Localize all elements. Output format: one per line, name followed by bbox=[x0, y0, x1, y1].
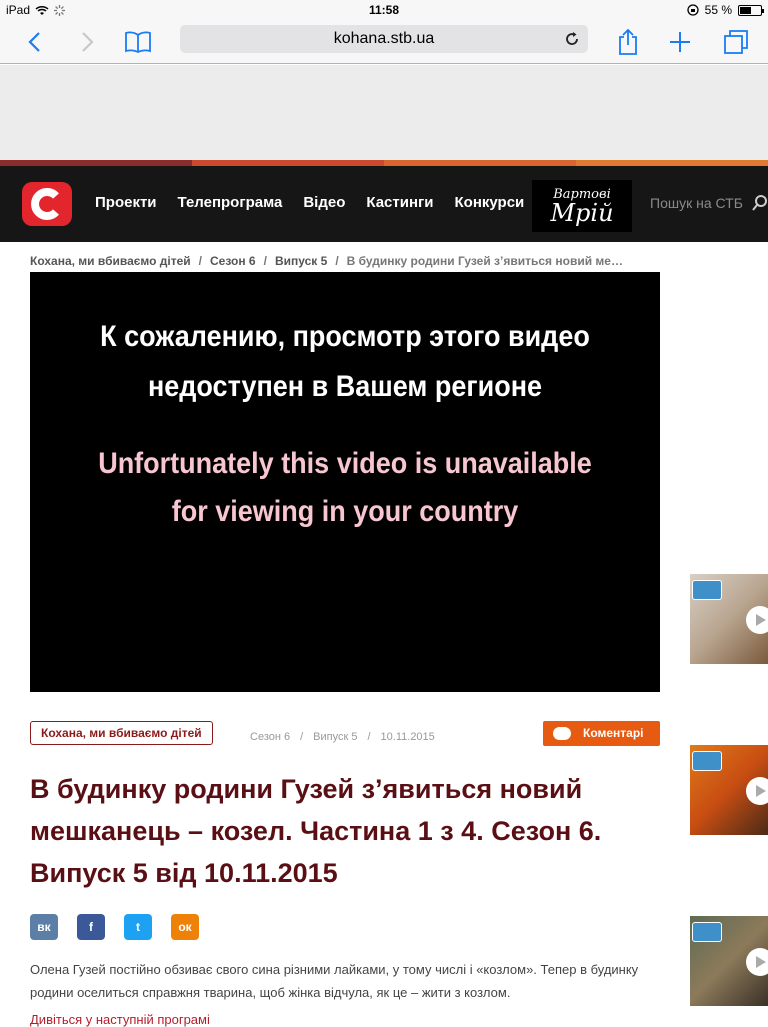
new-tab-button[interactable] bbox=[664, 26, 696, 58]
episode-info: Сезон 6/Випуск 5/10.11.2015 bbox=[250, 731, 435, 743]
speech-bubble-icon bbox=[553, 727, 571, 740]
share-buttons: вк f t ок bbox=[30, 914, 199, 940]
facebook-share-button[interactable]: f bbox=[77, 914, 105, 940]
stb-logo[interactable] bbox=[22, 182, 72, 226]
twitter-icon: t bbox=[136, 920, 140, 934]
show-badge-icon bbox=[692, 922, 722, 942]
play-icon bbox=[746, 606, 768, 634]
geo-block-en-line2: for viewing in your country bbox=[171, 495, 519, 528]
comments-button[interactable]: Коментарі bbox=[543, 721, 660, 746]
nav-item-projects[interactable]: Проекти bbox=[95, 194, 157, 211]
forward-button[interactable] bbox=[72, 26, 104, 58]
show-badge-icon bbox=[692, 751, 722, 771]
odnoklassniki-share-button[interactable]: ок bbox=[171, 914, 199, 940]
article-text: Олена Гузей постійно обзиває свого сина … bbox=[30, 962, 639, 1000]
tabs-icon bbox=[724, 30, 748, 54]
comments-label: Коментарі bbox=[583, 726, 644, 740]
back-button[interactable] bbox=[18, 26, 50, 58]
search-input[interactable]: Пошук на СТБ bbox=[650, 195, 743, 211]
breadcrumb-item-episode[interactable]: Випуск 5 bbox=[275, 254, 327, 268]
plus-icon bbox=[670, 32, 690, 52]
share-button[interactable] bbox=[612, 26, 644, 58]
meta-episode[interactable]: Випуск 5 bbox=[313, 731, 357, 743]
tabs-button[interactable] bbox=[720, 26, 752, 58]
meta-season[interactable]: Сезон 6 bbox=[250, 731, 290, 743]
address-bar[interactable]: kohana.stb.ua bbox=[180, 25, 588, 53]
nav-item-tv-guide[interactable]: Телепрограма bbox=[178, 194, 283, 211]
breadcrumb: Кохана, ми вбиваємо дітей / Сезон 6/Випуск… bbox=[30, 254, 623, 268]
breadcrumb-item-season[interactable]: Сезон 6 bbox=[210, 254, 256, 268]
geo-block-ru-line1: К сожалению, просмотр этого видео bbox=[100, 320, 590, 353]
orientation-lock-icon bbox=[686, 4, 699, 16]
bookmarks-button[interactable] bbox=[122, 26, 154, 58]
breadcrumb-item-show[interactable]: Кохана, ми вбиваємо дітей bbox=[30, 254, 191, 268]
episode-meta: Кохана, ми вбиваємо дітей Сезон 6/Випуск… bbox=[30, 721, 660, 747]
nav-item-contests[interactable]: Конкурси bbox=[455, 194, 525, 211]
meta-date: 10.11.2015 bbox=[380, 731, 435, 743]
next-episode-link[interactable]: Дивіться у наступній програмі bbox=[30, 1012, 210, 1027]
promo-line2: Мрій bbox=[550, 198, 614, 227]
share-icon bbox=[619, 28, 637, 55]
breadcrumb-current: В будинку родини Гузей з’явиться новий м… bbox=[346, 254, 623, 268]
search-icon[interactable] bbox=[752, 194, 768, 212]
chevron-left-icon bbox=[28, 32, 40, 52]
status-right: 55 % bbox=[686, 3, 764, 17]
browser-toolbar: kohana.stb.ua bbox=[0, 20, 768, 64]
geo-block-en-line1: Unfortunately this video is unavailable bbox=[98, 447, 592, 480]
site-nav: Проекти Телепрограма Відео Кастинги Конк… bbox=[0, 166, 768, 242]
battery-fill bbox=[740, 6, 751, 14]
nav-item-video[interactable]: Відео bbox=[303, 194, 345, 211]
geo-block-message-en: Unfortunately this video is unavailable … bbox=[62, 440, 629, 536]
facebook-icon: f bbox=[89, 920, 93, 934]
related-video-thumb-2[interactable] bbox=[690, 745, 768, 835]
ios-status-bar: iPad 11:58 55 % bbox=[0, 0, 768, 20]
page-title: В будинку родини Гузей з’явиться новий м… bbox=[30, 774, 602, 888]
show-badge-icon bbox=[692, 580, 722, 600]
promo-logo[interactable]: Вартові Мрій bbox=[532, 180, 632, 232]
geo-block-message-ru: К сожалению, просмотр этого видео недост… bbox=[62, 312, 629, 412]
geo-block-ru-line2: недоступен в Вашем регионе bbox=[147, 370, 543, 403]
related-video-thumb-3[interactable] bbox=[690, 916, 768, 1006]
vk-share-button[interactable]: вк bbox=[30, 914, 58, 940]
play-icon bbox=[746, 777, 768, 805]
nav-item-castings[interactable]: Кастинги bbox=[366, 194, 433, 211]
video-player[interactable]: К сожалению, просмотр этого видео недост… bbox=[30, 272, 660, 692]
clock: 11:58 bbox=[368, 3, 400, 17]
nav-menu: Проекти Телепрограма Відео Кастинги Конк… bbox=[95, 194, 545, 211]
vk-icon: вк bbox=[37, 920, 51, 934]
ad-banner-area bbox=[0, 65, 768, 160]
url-text: kohana.stb.ua bbox=[333, 30, 435, 47]
odnoklassniki-icon: ок bbox=[178, 920, 192, 934]
chevron-right-icon bbox=[82, 32, 94, 52]
reload-icon[interactable] bbox=[564, 31, 580, 47]
play-icon bbox=[746, 948, 768, 976]
book-icon bbox=[125, 31, 151, 53]
twitter-share-button[interactable]: t bbox=[124, 914, 152, 940]
stb-c-icon bbox=[31, 188, 59, 220]
battery-percent: 55 % bbox=[704, 3, 732, 17]
battery-icon bbox=[738, 4, 764, 16]
show-tag[interactable]: Кохана, ми вбиваємо дітей bbox=[30, 721, 213, 745]
related-video-thumb-1[interactable] bbox=[690, 574, 768, 664]
